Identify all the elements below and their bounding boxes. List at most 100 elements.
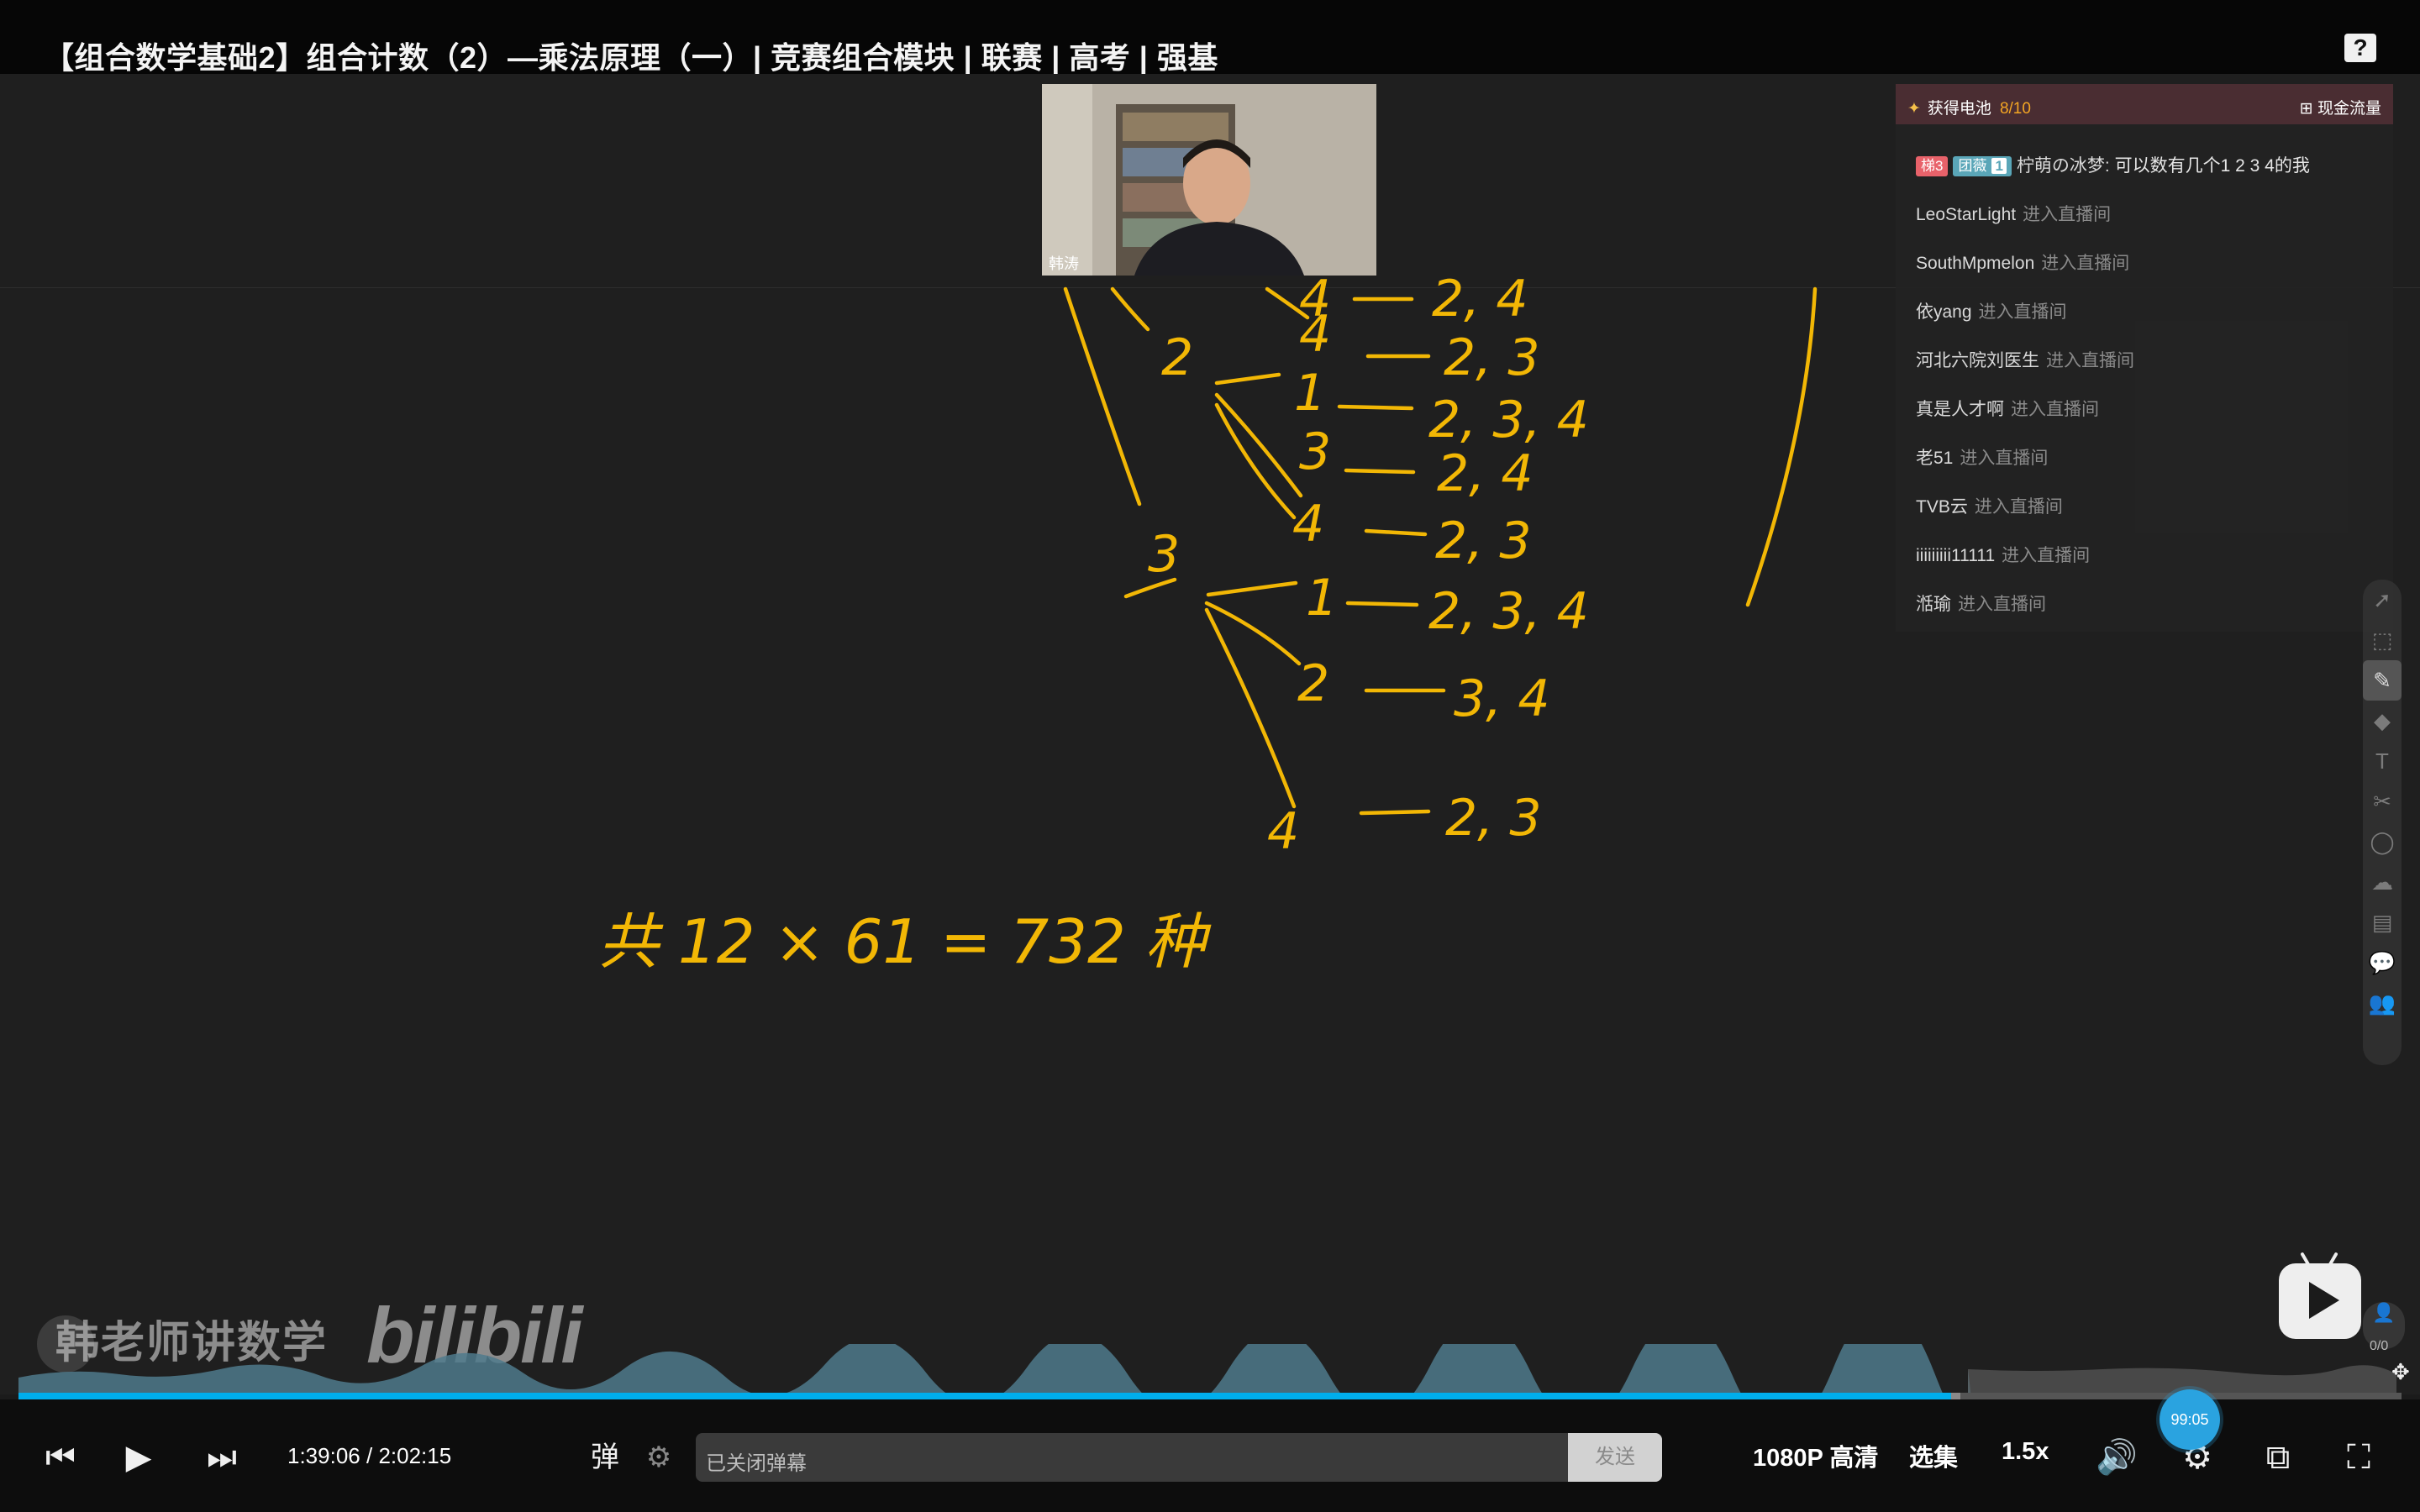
battery-label: 获得电池 [1927, 100, 1991, 118]
chat-username[interactable]: 依yang [1916, 302, 1972, 322]
chat-message: 真是人才啊 进入直播间 [1916, 391, 2386, 440]
big-right-bracket [1745, 286, 1818, 607]
row-first: 4 [1292, 495, 1324, 554]
danmaku-placeholder: 已关闭弹幕 [706, 1452, 807, 1475]
branch-2-c [1214, 402, 1297, 520]
current-time: 1:39:06 [287, 1443, 360, 1468]
chat-text: 进入直播间 [2041, 254, 2130, 273]
users-icon[interactable]: 👥 [2363, 983, 2402, 1023]
branch-2-b [1214, 392, 1303, 498]
row-rest: 2, 3 [1435, 512, 1532, 570]
row-dash [1345, 601, 1419, 607]
eraser-icon[interactable]: ◆ [2363, 701, 2402, 741]
chat-message: TVB云 进入直播间 [1916, 489, 2386, 538]
row-first: 1 [1306, 569, 1338, 627]
row-dash [1364, 528, 1428, 537]
chat-text: 进入直播间 [1960, 449, 2049, 468]
next-icon[interactable]: ⏭ [203, 1436, 240, 1478]
tv-play-icon[interactable] [2279, 1263, 2361, 1339]
big-left-bracket [1063, 286, 1142, 507]
chat-message: 河北六院刘医生 进入直播间 [1916, 343, 2386, 391]
text-icon[interactable]: T [2363, 741, 2402, 781]
chat-messages: 梯3 团薇 1 柠萌の冰梦: 可以数有几个1 2 3 4的我 LeoStarLight… [1916, 148, 2386, 635]
branch-2-a [1214, 372, 1281, 386]
chat-text: 可以数有几个1 2 3 4的我 [2114, 156, 2310, 176]
cursor-indicator-icon: ✥ [2391, 1359, 2410, 1384]
progress-played[interactable] [18, 1393, 1951, 1399]
chat-header: ✦ 获得电池 8/10 ⊞ 现金流量 [1896, 84, 2393, 124]
row-rest: 2, 3, 4 [1428, 391, 1589, 449]
cloud-icon[interactable]: ☁ [2363, 862, 2402, 902]
presenter-video [1042, 84, 1376, 276]
help-icon[interactable]: ? [2344, 34, 2376, 62]
chat-message: 依yang 进入直播间 [1916, 294, 2386, 343]
live-chat-panel[interactable]: ✦ 获得电池 8/10 ⊞ 现金流量 梯3 团薇 1 柠萌の冰梦: 可以数有几个1 2 3… [1896, 84, 2393, 632]
row-first: 4 [1299, 305, 1331, 364]
level1-label: 3 [1148, 525, 1180, 584]
shape-icon[interactable]: ◯ [2363, 822, 2402, 862]
chat-message: 老51 进入直播间 [1916, 440, 2386, 489]
row-first: 4 [1267, 802, 1299, 861]
chat-bubble-icon[interactable]: 💬 [2363, 942, 2402, 983]
chat-username[interactable]: 柠萌の冰梦: [2017, 156, 2110, 176]
branch-3-a [1206, 580, 1298, 597]
chat-text: 进入直播间 [2011, 400, 2099, 419]
cash-flow-label: 现金流量 [2317, 100, 2381, 118]
presenter-name: 韩涛 [1049, 255, 1079, 272]
chat-message: LeoStarLight 进入直播间 [1916, 197, 2386, 245]
chat-username[interactable]: iiiiiiiii11111 [1916, 546, 1995, 565]
quality-selector[interactable]: 1080P 高清 [1753, 1438, 1878, 1473]
chat-username[interactable]: 河北六院刘医生 [1916, 351, 2039, 370]
chat-username[interactable]: TVB云 [1916, 497, 1968, 517]
chat-text: 进入直播间 [1974, 497, 2063, 517]
chat-text: 进入直播间 [1978, 302, 2067, 322]
row-first: 2 [1297, 654, 1329, 713]
branch-3-c [1204, 607, 1297, 809]
speed-selector[interactable]: 1.5x [2002, 1438, 2049, 1466]
summary-formula: 共 12 × 61 = 732 种 [598, 906, 1212, 977]
chat-message: SouthMpmelon 进入直播间 [1916, 245, 2386, 294]
chat-username[interactable]: SouthMpmelon [1916, 254, 2034, 273]
danmaku-settings-icon[interactable]: ⚙ [639, 1436, 679, 1478]
time-separator: / [366, 1443, 373, 1468]
row-rest: 2, 4 [1432, 270, 1528, 328]
battery-task[interactable]: ✦ 获得电池 8/10 [1907, 96, 2031, 118]
send-button[interactable]: 发送 [1568, 1433, 1662, 1482]
chat-username[interactable]: 湉瑜 [1916, 595, 1951, 614]
row-rest: 2, 3 [1445, 789, 1542, 848]
row-first: 1 [1294, 364, 1326, 423]
select-box-icon[interactable]: ⬚ [2363, 620, 2402, 660]
row-rest: 3, 4 [1454, 669, 1550, 728]
picture-in-picture-icon[interactable]: ⧉ [2255, 1436, 2301, 1478]
chat-username[interactable]: 老51 [1916, 449, 1953, 468]
row-dash [1359, 809, 1431, 816]
cursor-icon[interactable]: ➚ [2363, 580, 2402, 620]
pen-icon[interactable]: ✎ [2363, 660, 2402, 701]
scissors-icon[interactable]: ✂ [2363, 781, 2402, 822]
row-rest: 2, 4 [1437, 444, 1534, 503]
row-dash [1344, 468, 1416, 475]
chat-username[interactable]: 真是人才啊 [1916, 400, 2004, 419]
chat-text: 进入直播间 [2046, 351, 2134, 370]
chat-message: 湉瑜 进入直播间 [1916, 586, 2386, 635]
presenter-camera[interactable]: 韩涛 [1042, 84, 1376, 276]
volume-icon[interactable]: 🔊 [2094, 1436, 2139, 1478]
chat-username[interactable]: LeoStarLight [1916, 205, 2016, 224]
user-level-badge: 梯3 [1916, 156, 1949, 177]
previous-icon[interactable]: ⏮ [42, 1436, 79, 1478]
cash-flow-link[interactable]: ⊞ 现金流量 [2300, 96, 2381, 118]
fullscreen-icon[interactable]: ⛶ [2336, 1436, 2381, 1478]
danmaku-input[interactable]: 已关闭弹幕 发送 [696, 1433, 1662, 1482]
row-rest: 2, 3, 4 [1428, 582, 1589, 641]
seek-time-bubble: 99:05 [2160, 1389, 2220, 1450]
stroke-top-a [1110, 286, 1150, 332]
danmaku-toggle-icon[interactable]: 弹 [585, 1436, 625, 1478]
toolbox-icon[interactable]: ▤ [2363, 902, 2402, 942]
gift-icon: ⊞ [2299, 100, 2317, 118]
play-icon[interactable]: ▶ [118, 1436, 160, 1478]
fans-medal-badge: 团薇 1 [1953, 156, 2012, 177]
whiteboard-toolbar: ➚ ⬚ ✎ ◆ T ✂ ◯ ☁ ▤ 💬 👥 [2363, 580, 2402, 1065]
sparkle-icon: ✦ [1907, 100, 1921, 118]
episodes-button[interactable]: 选集 [1909, 1438, 1958, 1473]
battery-count: 8/10 [1999, 100, 2031, 118]
